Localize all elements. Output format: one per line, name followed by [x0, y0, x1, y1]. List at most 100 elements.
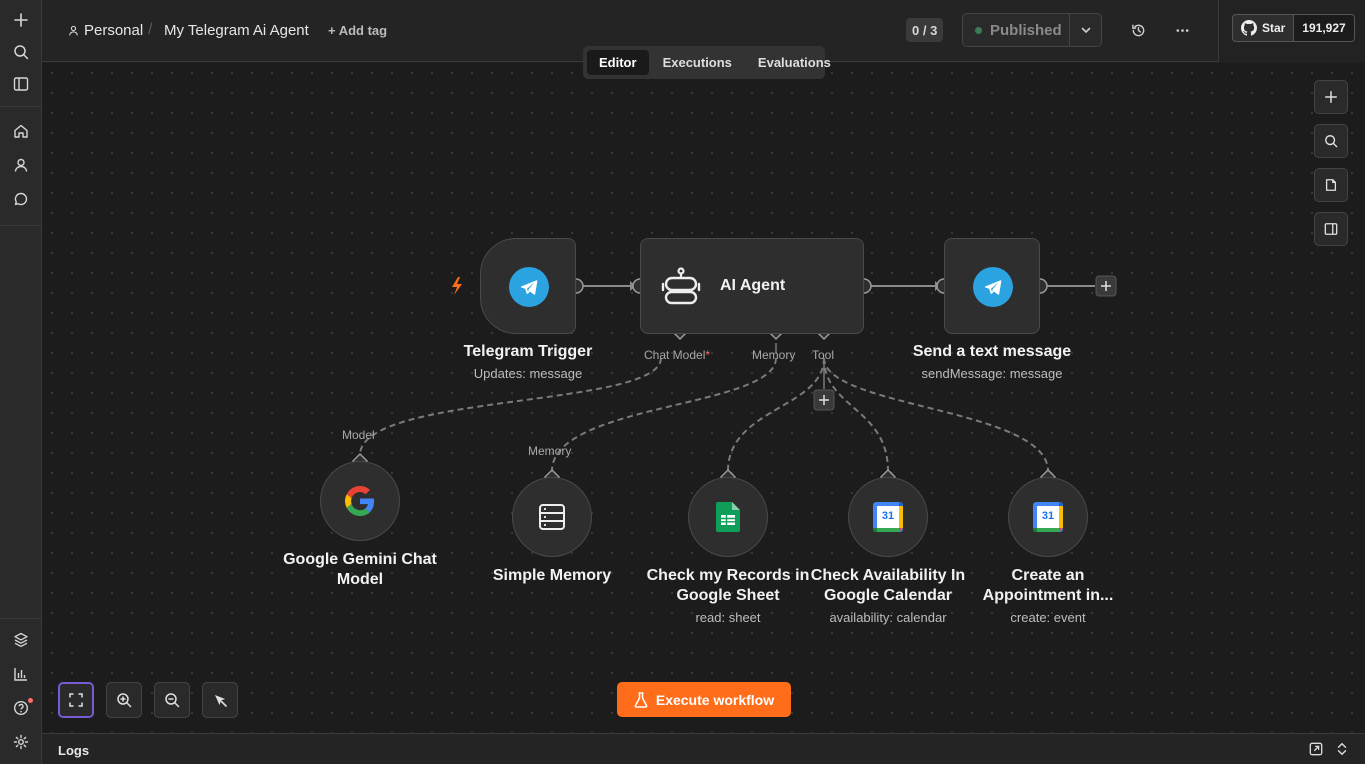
- tab-evaluations[interactable]: Evaluations: [746, 50, 843, 75]
- tab-executions[interactable]: Executions: [651, 50, 744, 75]
- more-options-icon[interactable]: [1170, 18, 1194, 42]
- production-checklist-counter[interactable]: 0 / 3: [906, 18, 944, 42]
- calendar-day: 31: [1041, 510, 1055, 522]
- sticky-note-button[interactable]: [1314, 168, 1348, 202]
- chat-icon[interactable]: [9, 187, 33, 211]
- add-tag-button[interactable]: + Add tag: [328, 23, 387, 38]
- github-star-widget: Star 191,927: [1218, 0, 1365, 62]
- zoom-out-icon: [165, 693, 180, 708]
- templates-icon[interactable]: [9, 628, 33, 652]
- tab-editor[interactable]: Editor: [587, 50, 649, 75]
- check-availability-node[interactable]: 31: [848, 477, 928, 557]
- notification-dot: [28, 698, 33, 703]
- add-node-panel-button[interactable]: [1314, 80, 1348, 114]
- publish-control: Published: [962, 13, 1102, 47]
- appointment-subtitle: create: event: [1010, 610, 1086, 625]
- add-node-button[interactable]: [1095, 275, 1117, 297]
- sheet-subtitle: read: sheet: [695, 610, 761, 625]
- search-icon[interactable]: [9, 40, 33, 64]
- chat-model-port-label: Chat Model*: [644, 348, 710, 362]
- project-name: Personal: [84, 22, 144, 39]
- connection-tool-sheet: [727, 357, 825, 472]
- memory-port-label: Memory: [752, 348, 796, 362]
- calendar-day: 31: [881, 510, 895, 522]
- required-mark: *: [705, 348, 711, 362]
- google-icon: [345, 486, 375, 516]
- tidy-up-button[interactable]: [202, 682, 238, 718]
- database-icon: [539, 504, 565, 530]
- send-message-subtitle: sendMessage: message: [921, 366, 1063, 381]
- help-icon[interactable]: [9, 696, 33, 720]
- telegram-trigger-title: Telegram Trigger: [463, 343, 593, 360]
- user-icon[interactable]: [9, 153, 33, 177]
- google-sheets-icon: [716, 502, 740, 532]
- ai-agent-node[interactable]: AI Agent: [640, 238, 864, 334]
- availability-title: Check Availability In Google Calendar: [810, 567, 966, 604]
- create-appointment-node[interactable]: 31: [1008, 477, 1088, 557]
- simple-memory-title: Simple Memory: [492, 567, 612, 584]
- send-message-title: Send a text message: [912, 343, 1072, 360]
- gemini-title: Google Gemini Chat Model: [283, 551, 437, 588]
- google-calendar-icon: 31: [1033, 502, 1063, 532]
- workflow-canvas[interactable]: Telegram Trigger Updates: message AI Age…: [42, 63, 1365, 733]
- settings-icon[interactable]: [9, 730, 33, 754]
- insights-icon[interactable]: [9, 662, 33, 686]
- left-sidebar: [0, 0, 42, 764]
- availability-subtitle: availability: calendar: [829, 610, 947, 625]
- sidebar-divider: [0, 618, 42, 619]
- zoom-in-button[interactable]: [106, 682, 142, 718]
- logs-panel-bar[interactable]: Logs: [42, 733, 1365, 764]
- appointment-title: Create an Appointment in...: [982, 567, 1114, 604]
- star-count[interactable]: 191,927: [1294, 14, 1355, 42]
- trigger-bolt-icon: [452, 277, 462, 295]
- status-dot: [975, 26, 982, 34]
- breadcrumb-project[interactable]: Personal: [68, 22, 143, 39]
- simple-memory-node[interactable]: [512, 477, 592, 557]
- memory-input-label: Memory: [528, 444, 572, 458]
- execute-label: Execute workflow: [655, 691, 775, 708]
- home-icon[interactable]: [9, 119, 33, 143]
- zoom-to-fit-button[interactable]: [58, 682, 94, 718]
- zoom-in-icon: [117, 693, 132, 708]
- logs-label: Logs: [58, 743, 90, 758]
- panel-toggle-button[interactable]: [1314, 212, 1348, 246]
- ai-agent-title: AI Agent: [720, 277, 786, 294]
- tool-port-label: Tool: [812, 348, 835, 362]
- wand-icon: [215, 695, 227, 707]
- breadcrumb-separator: /: [148, 21, 153, 38]
- send-message-node[interactable]: [944, 238, 1040, 334]
- telegram-trigger-subtitle: Updates: message: [473, 366, 583, 381]
- expand-icon[interactable]: [1334, 741, 1350, 757]
- flask-icon: [634, 691, 648, 708]
- published-button[interactable]: Published: [963, 14, 1069, 46]
- gemini-chat-model-node[interactable]: [320, 461, 400, 541]
- telegram-trigger-node[interactable]: [480, 238, 576, 334]
- search-nodes-button[interactable]: [1314, 124, 1348, 158]
- star-label: Star: [1262, 21, 1286, 35]
- published-label: Published: [990, 21, 1062, 39]
- history-icon[interactable]: [1126, 18, 1150, 42]
- sidebar-divider: [0, 225, 42, 226]
- robot-icon: [659, 265, 703, 309]
- google-sheet-node[interactable]: [688, 477, 768, 557]
- model-input-label: Model: [342, 428, 375, 442]
- telegram-icon: [509, 267, 549, 307]
- popout-icon[interactable]: [1308, 741, 1324, 757]
- toggle-sidebar-icon[interactable]: [9, 72, 33, 96]
- add-tool-button[interactable]: [813, 389, 835, 411]
- connections-layer: [351, 275, 1117, 486]
- fit-view-icon: [69, 693, 83, 707]
- google-calendar-icon: 31: [873, 502, 903, 532]
- chevron-down-icon[interactable]: [1069, 14, 1101, 46]
- github-icon: [1241, 20, 1257, 36]
- github-star-button[interactable]: Star: [1232, 14, 1295, 42]
- zoom-out-button[interactable]: [154, 682, 190, 718]
- sidebar-divider: [0, 106, 42, 107]
- workflow-name[interactable]: My Telegram Ai Agent: [164, 22, 309, 39]
- telegram-icon: [973, 267, 1013, 307]
- execute-workflow-button[interactable]: Execute workflow: [617, 682, 791, 717]
- create-icon[interactable]: [9, 8, 33, 32]
- chat-model-label-text: Chat Model: [644, 348, 706, 362]
- sheet-title: Check my Records in Google Sheet: [646, 567, 810, 604]
- user-icon: [69, 25, 78, 36]
